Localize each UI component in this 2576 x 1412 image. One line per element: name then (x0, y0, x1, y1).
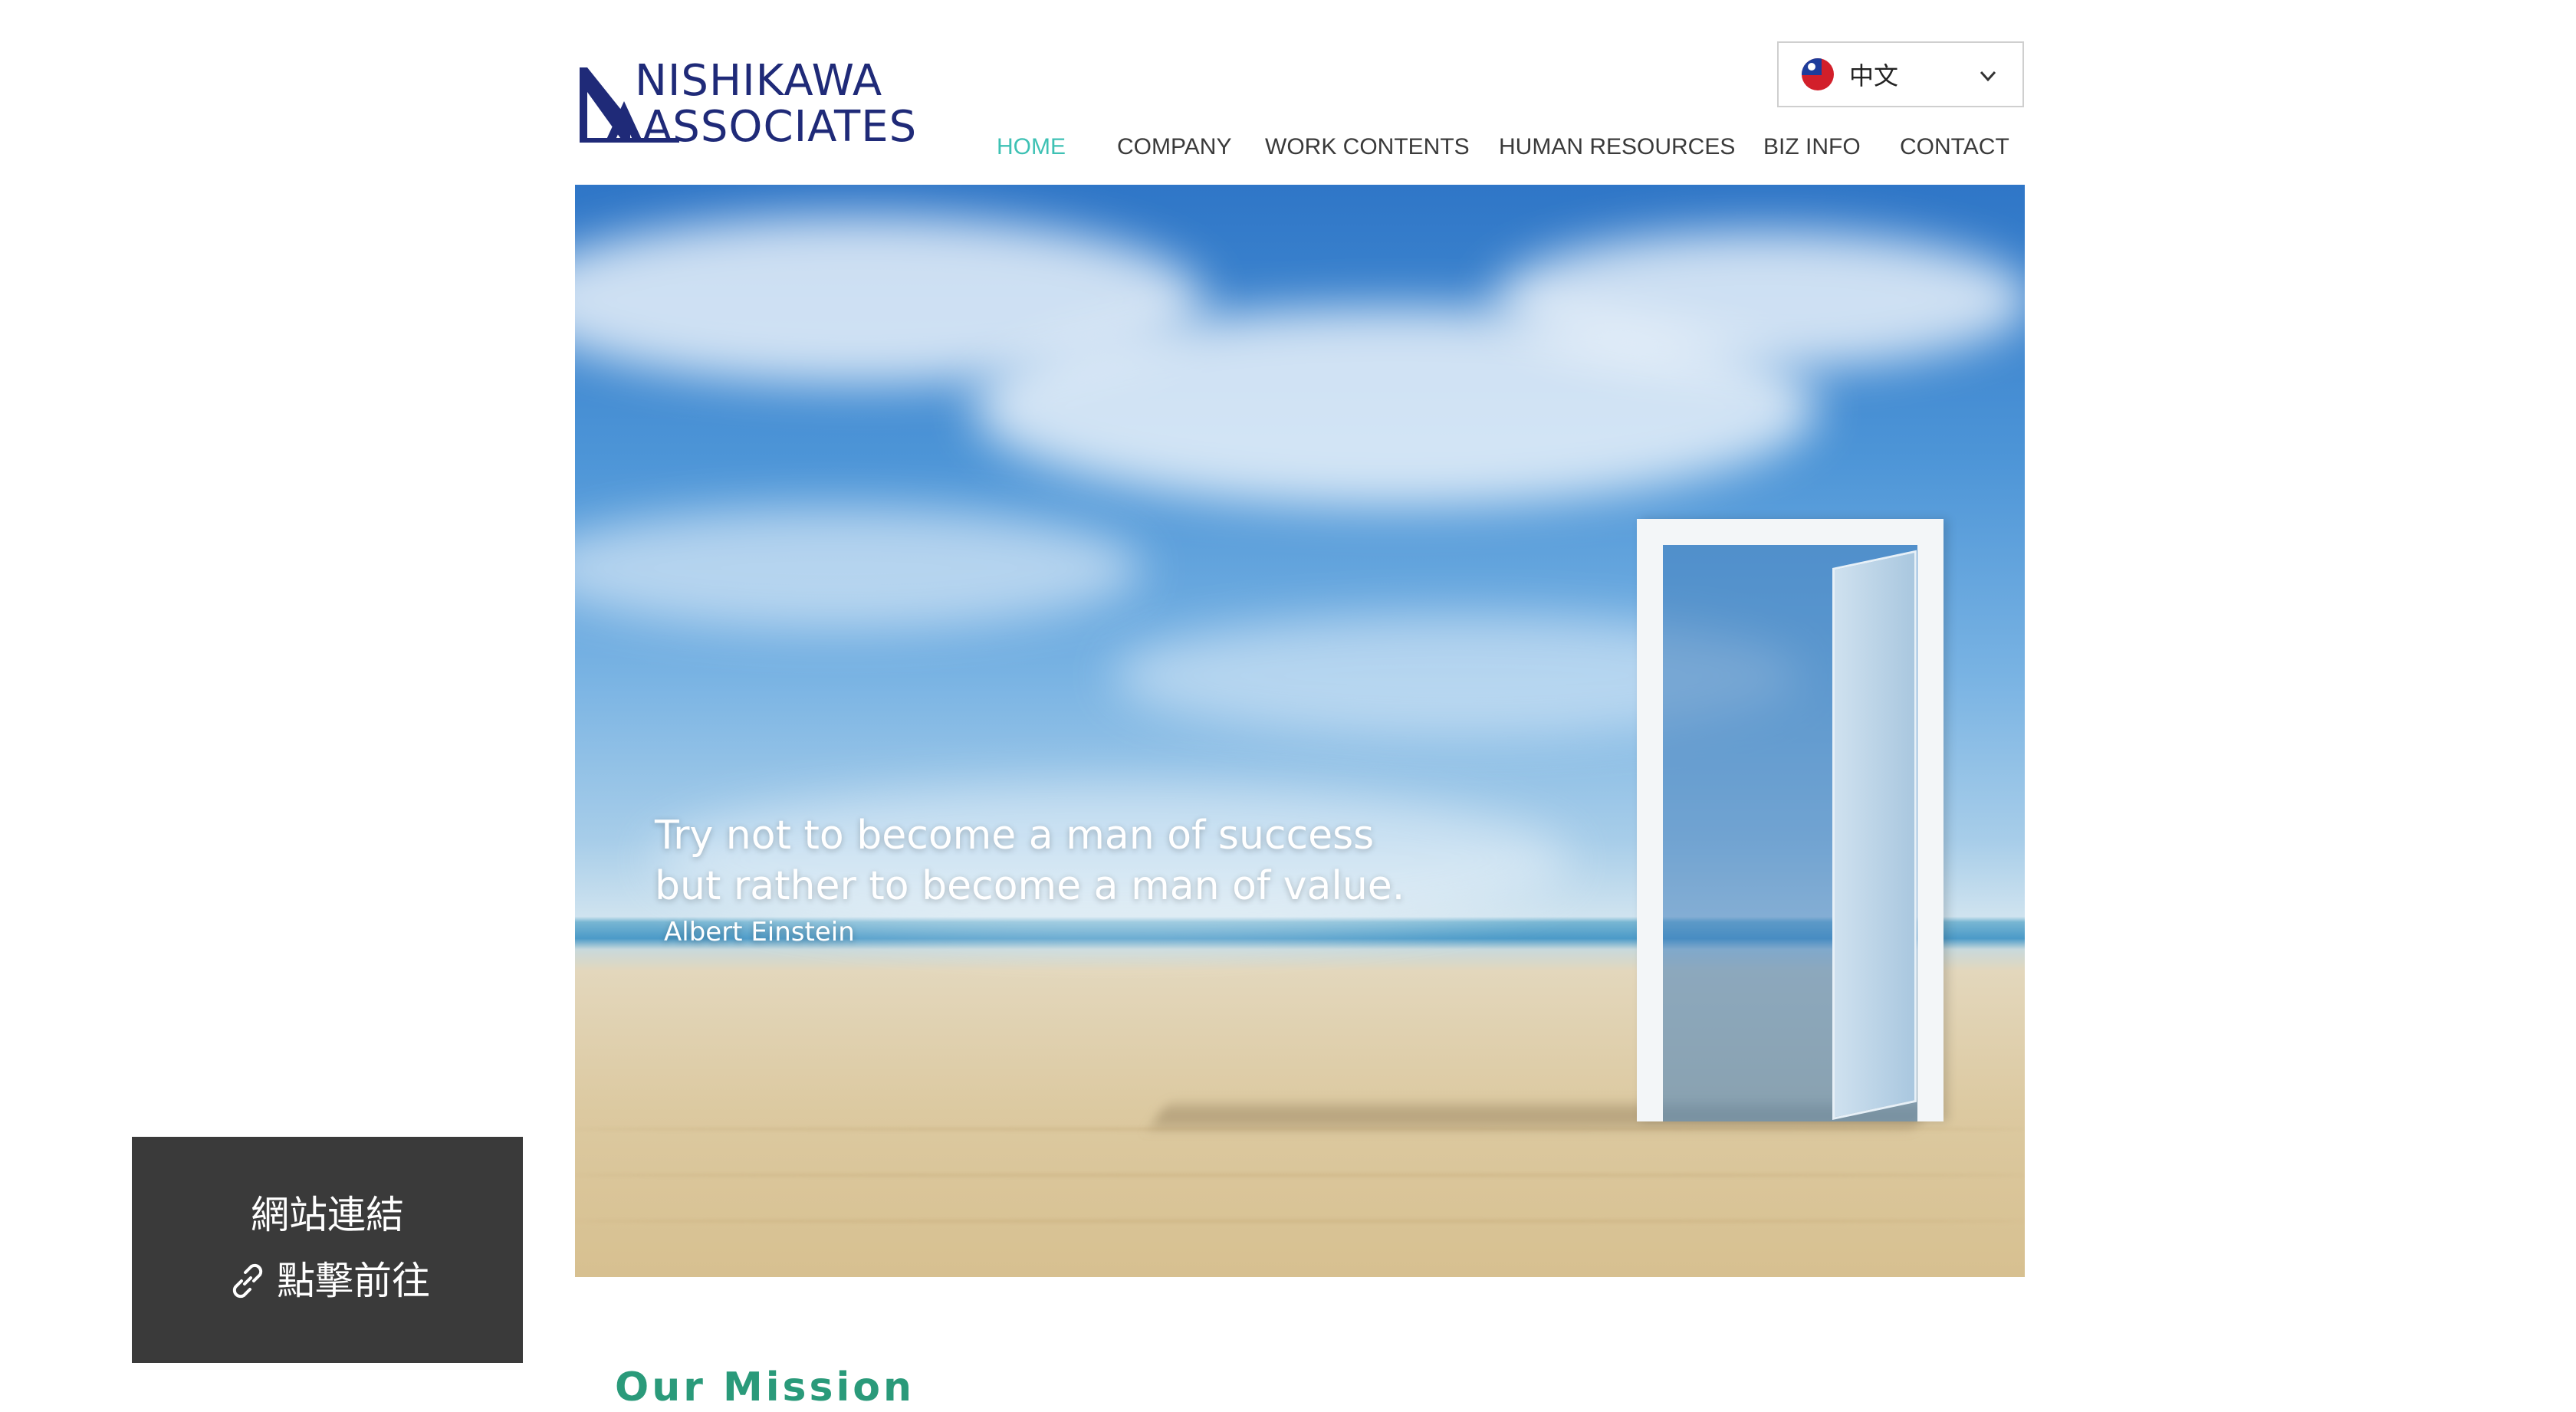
hero-banner: Try not to become a man of success but r… (575, 185, 2025, 1277)
cloud (575, 507, 1142, 629)
link-widget-action-label: 點擊前往 (277, 1259, 430, 1303)
nav-item-company[interactable]: COMPANY (1117, 134, 1231, 160)
quote-author: Albert Einstein (664, 917, 855, 947)
website-link-widget[interactable]: 網站連結 點擊前往 (132, 1137, 523, 1363)
link-widget-title: 網站連結 (251, 1193, 404, 1237)
quote-line-2: but rather to become a man of value. (655, 863, 1405, 909)
taiwan-flag-icon (1802, 58, 1834, 90)
logo-line-2: ASSOCIATES (642, 102, 918, 152)
cloud (1495, 231, 2025, 369)
site-logo[interactable]: NISHIKAWA ASSOCIATES (577, 58, 937, 153)
door-panel (1832, 550, 1917, 1120)
link-icon (232, 1263, 263, 1299)
nav-item-human-resources[interactable]: HUMAN RESOURCES (1499, 134, 1735, 160)
nav-item-home[interactable]: HOME (997, 134, 1066, 160)
logo-line-1: NISHIKAWA (635, 56, 883, 106)
section-title-our-mission: Our Mission (615, 1364, 915, 1410)
quote-line-1: Try not to become a man of success (655, 813, 1375, 859)
language-selected-label: 中文 (1849, 61, 1899, 90)
nav-item-biz-info[interactable]: BIZ INFO (1763, 134, 1861, 160)
chevron-down-icon (1980, 71, 1996, 82)
nav-item-work-contents[interactable]: WORK CONTENTS (1265, 134, 1470, 160)
language-selector[interactable]: 中文 (1777, 41, 2024, 107)
link-widget-action[interactable]: 點擊前往 (132, 1258, 523, 1304)
nav-item-contact[interactable]: CONTACT (1900, 134, 2009, 160)
hero-quote: Try not to become a man of success but r… (655, 810, 1405, 950)
